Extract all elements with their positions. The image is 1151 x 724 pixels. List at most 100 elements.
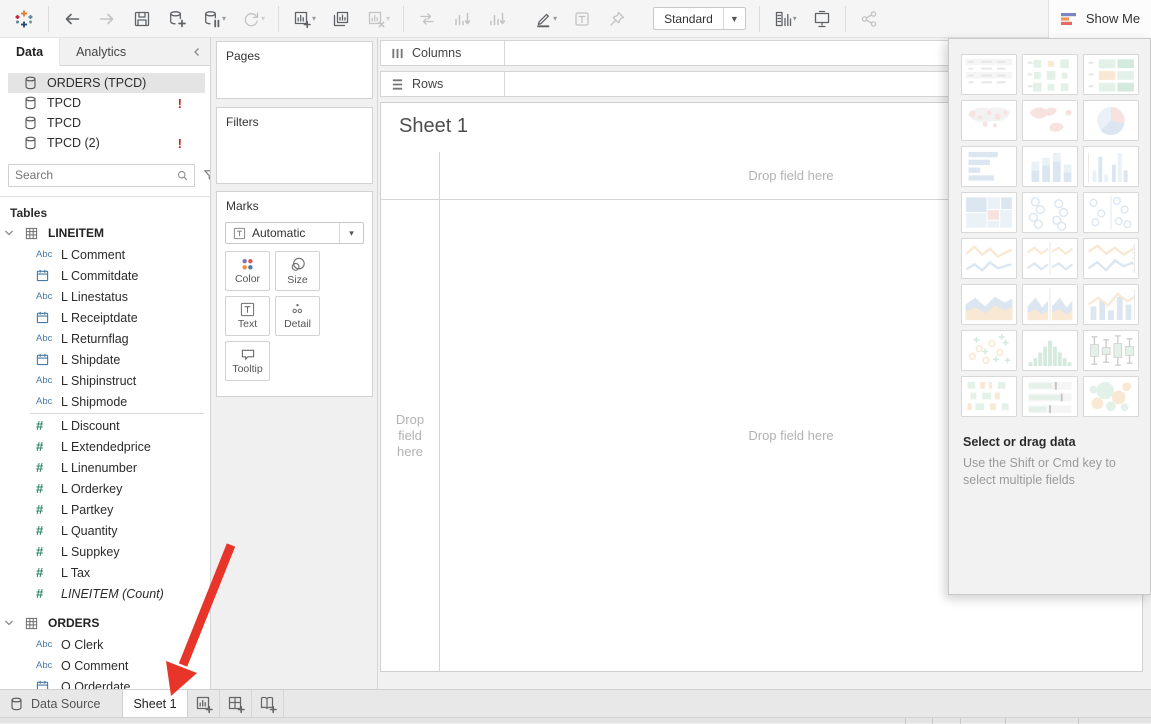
drop-zone-rows[interactable]: Drop field here	[381, 200, 439, 671]
field-l-partkey[interactable]: #L Partkey	[0, 499, 210, 520]
new-worksheet-button[interactable]: ▾	[292, 9, 316, 29]
field-l-returnflag[interactable]: AbcL Returnflag	[0, 328, 210, 349]
show-me-chart-highlight-table[interactable]	[1083, 54, 1139, 95]
tab-analytics[interactable]: Analytics	[60, 38, 142, 65]
pages-card[interactable]: Pages	[216, 41, 373, 99]
show-me-chart-text-table[interactable]	[961, 54, 1017, 95]
show-me-chart-filled-map[interactable]	[1022, 100, 1078, 141]
sheet-title[interactable]: Sheet 1	[399, 115, 468, 138]
show-me-chart-side-by-side-bars[interactable]	[1083, 146, 1139, 187]
clear-sheet-button[interactable]: ▾	[366, 9, 390, 29]
data-source-tab[interactable]: Data Source	[0, 690, 122, 717]
caret-down-icon[interactable]: ▾	[312, 14, 316, 23]
caret-down-icon[interactable]: ▾	[222, 14, 226, 23]
show-me-chart-treemap[interactable]	[961, 192, 1017, 233]
mark-type-selector[interactable]: Automatic ▾	[225, 222, 364, 244]
show-me-chart-dual-lines[interactable]	[1083, 238, 1139, 279]
show-me-chart-histogram[interactable]	[1022, 330, 1078, 371]
show-me-chart-gantt[interactable]	[961, 376, 1017, 417]
fit-selector[interactable]: Standard ▼	[653, 7, 746, 30]
data-source-item[interactable]: TPCD (2)!	[0, 133, 210, 153]
chevron-down-icon[interactable]	[0, 618, 18, 628]
show-me-chart-lines-continuous[interactable]	[961, 238, 1017, 279]
save-button[interactable]	[132, 9, 152, 29]
caret-down-icon[interactable]: ▾	[793, 14, 797, 23]
data-source-item[interactable]: TPCD!	[0, 93, 210, 113]
tableau-logo-button[interactable]	[13, 8, 35, 30]
color-button[interactable]: Color	[225, 251, 270, 291]
search-box[interactable]	[8, 164, 195, 187]
chevron-down-icon[interactable]	[0, 228, 18, 238]
field-l-extendedprice[interactable]: #L Extendedprice	[0, 436, 210, 457]
field-lineitem-count-[interactable]: #LINEITEM (Count)	[0, 583, 210, 604]
show-me-button[interactable]: Show Me	[1048, 0, 1151, 38]
field-l-suppkey[interactable]: #L Suppkey	[0, 541, 210, 562]
show-me-chart-dual-combination[interactable]	[1083, 284, 1139, 325]
show-me-chart-circle-views[interactable]	[1022, 192, 1078, 233]
filter-icon[interactable]	[203, 168, 211, 183]
field-l-shipinstruct[interactable]: AbcL Shipinstruct	[0, 370, 210, 391]
show-me-chart-area-continuous[interactable]	[961, 284, 1017, 325]
field-l-tax[interactable]: #L Tax	[0, 562, 210, 583]
caret-down-icon[interactable]: ▾	[261, 14, 265, 23]
field-l-linenumber[interactable]: #L Linenumber	[0, 457, 210, 478]
show-me-chart-side-by-side-circles[interactable]	[1083, 192, 1139, 233]
redo-button[interactable]	[97, 9, 117, 29]
show-me-chart-heat-map[interactable]	[1022, 54, 1078, 95]
show-me-chart-bullet-graph[interactable]	[1022, 376, 1078, 417]
filters-card[interactable]: Filters	[216, 107, 373, 184]
tooltip-button[interactable]: Tooltip	[225, 341, 270, 381]
show-me-chart-pie-chart[interactable]	[1083, 100, 1139, 141]
field-l-linestatus[interactable]: AbcL Linestatus	[0, 286, 210, 307]
search-input[interactable]	[9, 168, 176, 182]
detail-button[interactable]: Detail	[275, 296, 320, 336]
mark-labels-button[interactable]: ▾	[773, 9, 797, 29]
data-source-item[interactable]: TPCD	[0, 113, 210, 133]
show-me-chart-stacked-bars[interactable]	[1022, 146, 1078, 187]
sort-descending-button[interactable]	[487, 9, 507, 29]
pause-updates-button[interactable]: ▾	[202, 9, 226, 29]
show-me-chart-horizontal-bars[interactable]	[961, 146, 1017, 187]
size-button[interactable]: Size	[275, 251, 320, 291]
caret-down-icon[interactable]: ▼	[723, 8, 745, 29]
field-l-receiptdate[interactable]: L Receiptdate	[0, 307, 210, 328]
show-me-chart-box-and-whisker[interactable]	[1083, 330, 1139, 371]
tab-data[interactable]: Data	[0, 38, 60, 66]
text-button[interactable]: Text	[225, 296, 270, 336]
new-story-button[interactable]	[252, 690, 284, 717]
show-me-chart-lines-discrete[interactable]	[1022, 238, 1078, 279]
field-o-comment[interactable]: AbcO Comment	[0, 655, 210, 676]
sort-ascending-button[interactable]	[452, 9, 472, 29]
show-me-chart-scatter-plot[interactable]	[961, 330, 1017, 371]
table-header-lineitem[interactable]: LINEITEM	[0, 222, 210, 244]
field-l-orderkey[interactable]: #L Orderkey	[0, 478, 210, 499]
new-dashboard-button[interactable]	[220, 690, 252, 717]
run-updates-button[interactable]: ▾	[241, 9, 265, 29]
collapse-pane-icon[interactable]	[184, 38, 210, 65]
table-header-orders[interactable]: ORDERS	[0, 612, 210, 634]
new-worksheet-button[interactable]	[188, 690, 220, 717]
field-l-comment[interactable]: AbcL Comment	[0, 244, 210, 265]
undo-button[interactable]	[62, 9, 82, 29]
caret-down-icon[interactable]: ▾	[553, 14, 557, 23]
show-me-chart-symbol-map[interactable]	[961, 100, 1017, 141]
field-o-orderdate[interactable]: O Orderdate	[0, 676, 210, 689]
show-me-chart-packed-bubbles[interactable]	[1083, 376, 1139, 417]
tab-sheet-1[interactable]: Sheet 1	[122, 690, 188, 717]
swap-axes-button[interactable]	[417, 9, 437, 29]
data-source-item[interactable]: ORDERS (TPCD)	[8, 73, 205, 93]
share-button[interactable]	[859, 9, 879, 29]
field-l-shipdate[interactable]: L Shipdate	[0, 349, 210, 370]
text-label-button[interactable]	[572, 9, 592, 29]
mark-type-caret-icon[interactable]: ▾	[339, 223, 363, 243]
field-l-shipmode[interactable]: AbcL Shipmode	[0, 391, 210, 412]
field-l-commitdate[interactable]: L Commitdate	[0, 265, 210, 286]
pin-button[interactable]	[607, 9, 627, 29]
field-l-quantity[interactable]: #L Quantity	[0, 520, 210, 541]
new-data-source-button[interactable]	[167, 9, 187, 29]
presentation-mode-button[interactable]	[812, 9, 832, 29]
show-me-chart-area-discrete[interactable]	[1022, 284, 1078, 325]
caret-down-icon[interactable]: ▾	[386, 14, 390, 23]
highlight-button[interactable]: ▾	[533, 9, 557, 29]
field-o-clerk[interactable]: AbcO Clerk	[0, 634, 210, 655]
